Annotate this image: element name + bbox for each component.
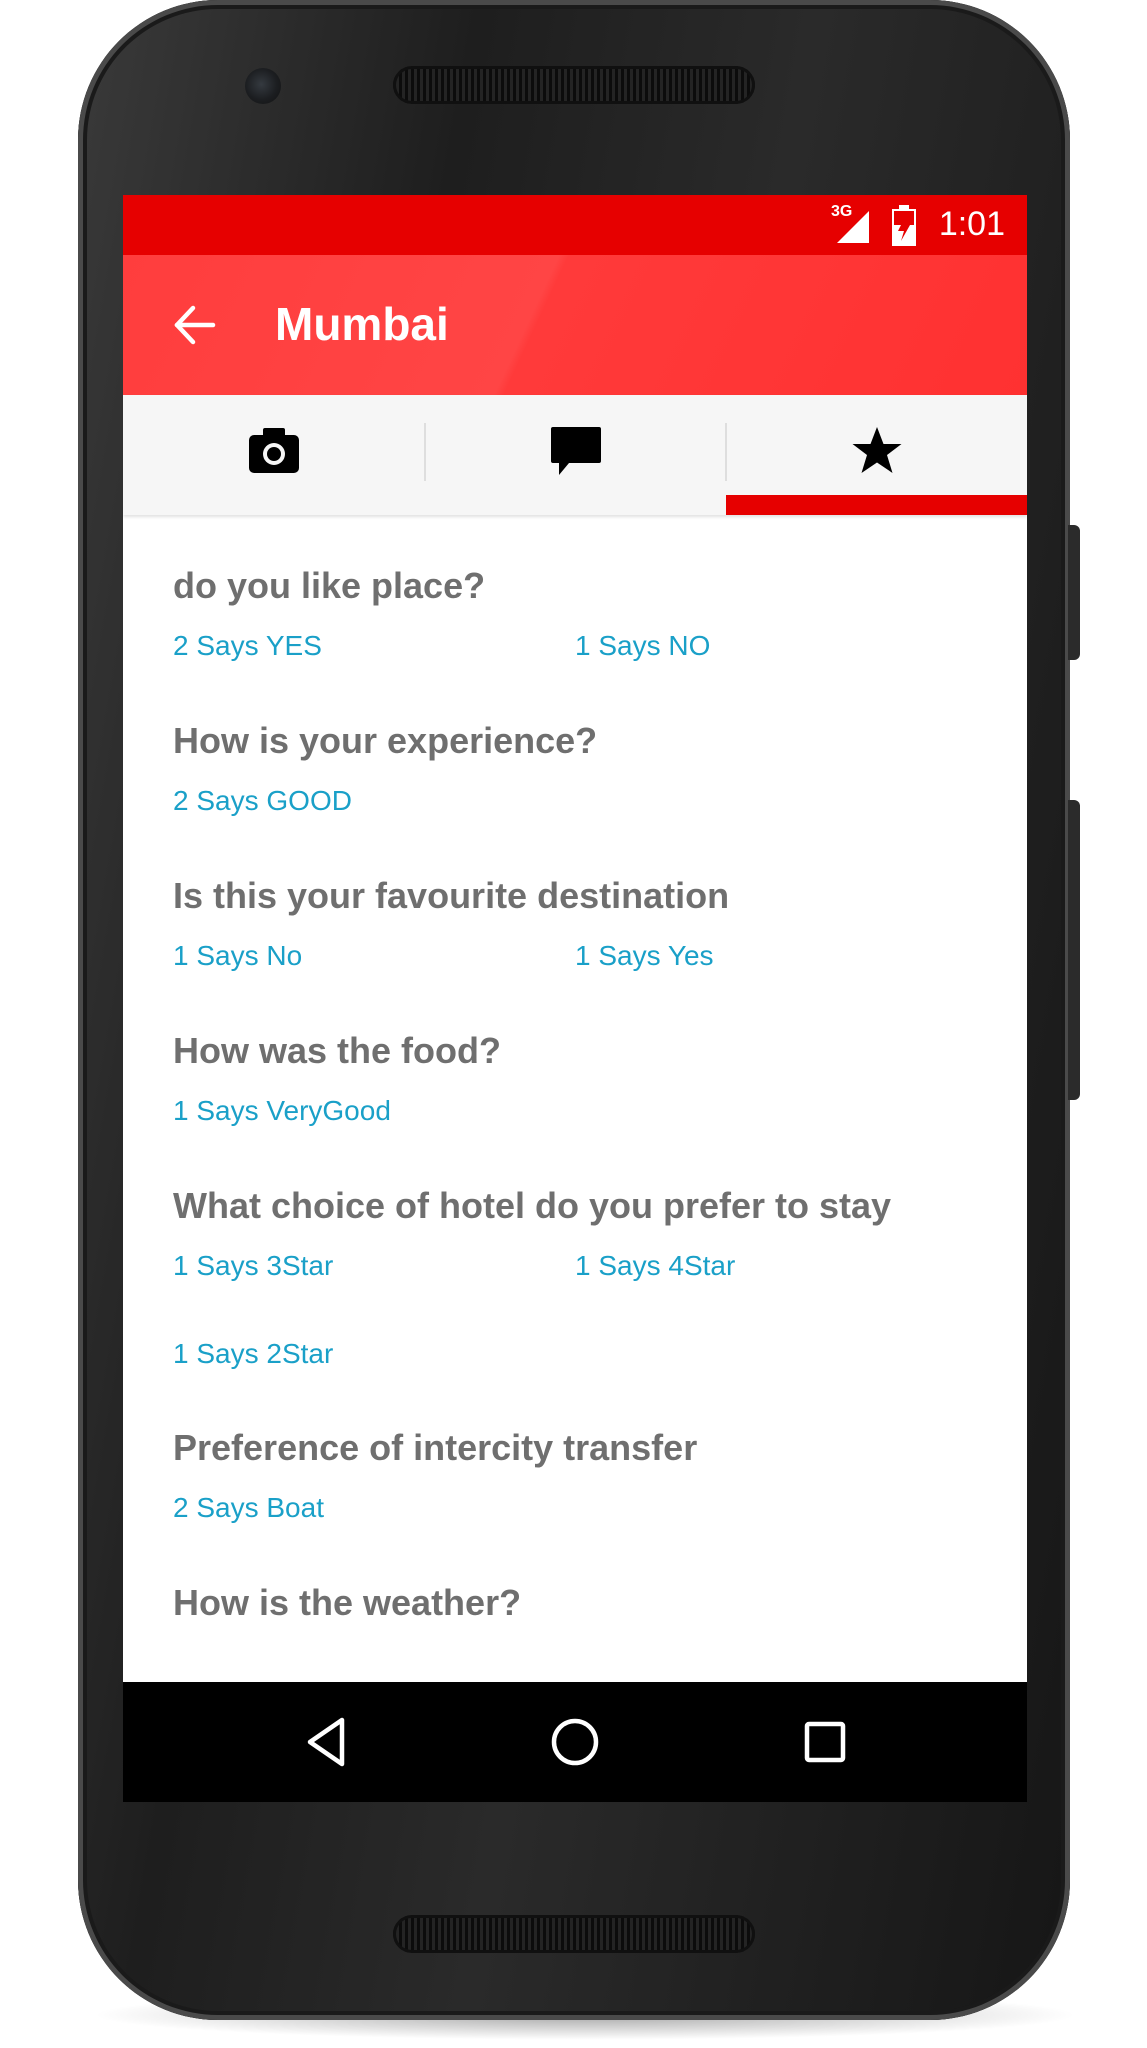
navigation-bar [123,1682,1027,1802]
survey-results-list: do you like place? 2 Says YES 1 Says NO … [123,515,1027,1802]
recents-square-icon[interactable] [795,1712,855,1772]
signal-icon [837,211,869,243]
tab-photos[interactable] [123,395,424,515]
selected-tab-indicator [726,495,1027,515]
status-bar: 3G 1:01 [123,195,1027,255]
screen: 3G 1:01 Mumbai do you like place? 2 Says… [123,195,1027,1802]
question-title: What choice of hotel do you prefer to st… [173,1185,892,1226]
question-title: How was the food? [173,1030,501,1071]
answer-count: 1 Says 4Star [575,1250,736,1281]
question-title: How is your experience? [173,720,598,761]
back-arrow-icon[interactable] [173,303,217,347]
app-bar: Mumbai [123,255,1027,395]
battery-icon [892,205,916,246]
back-triangle-icon[interactable] [298,1712,358,1772]
answer-count: 1 Says 2Star [173,1338,334,1369]
answer-count: 2 Says Boat [173,1492,324,1523]
home-circle-icon[interactable] [545,1712,605,1772]
bottom-speaker [393,1915,755,1953]
page-title: Mumbai [275,298,449,350]
question-title: do you like place? [173,565,486,606]
star-icon [852,427,901,473]
answer-count: 2 Says GOOD [173,785,352,816]
answer-count: 2 Says YES [173,630,322,661]
comment-icon [550,427,601,475]
answer-count: 1 Says Yes [575,940,714,971]
answer-count: 1 Says No [173,940,303,971]
question-title: Is this your favourite destination [173,875,730,916]
power-button [1068,525,1080,660]
camera-icon [248,428,299,473]
answer-count: 1 Says 3Star [173,1250,334,1281]
tab-comments[interactable] [425,395,726,515]
tab-bar [123,395,1027,515]
answer-count: 1 Says VeryGood [173,1095,391,1126]
volume-button [1068,800,1080,1100]
answer-count: 1 Says NO [575,630,711,661]
clock: 1:01 [938,205,1005,243]
earpiece-speaker [393,66,755,104]
question-title: Preference of intercity transfer [173,1427,698,1468]
question-title: How is the weather? [173,1582,522,1623]
front-camera [245,68,281,104]
